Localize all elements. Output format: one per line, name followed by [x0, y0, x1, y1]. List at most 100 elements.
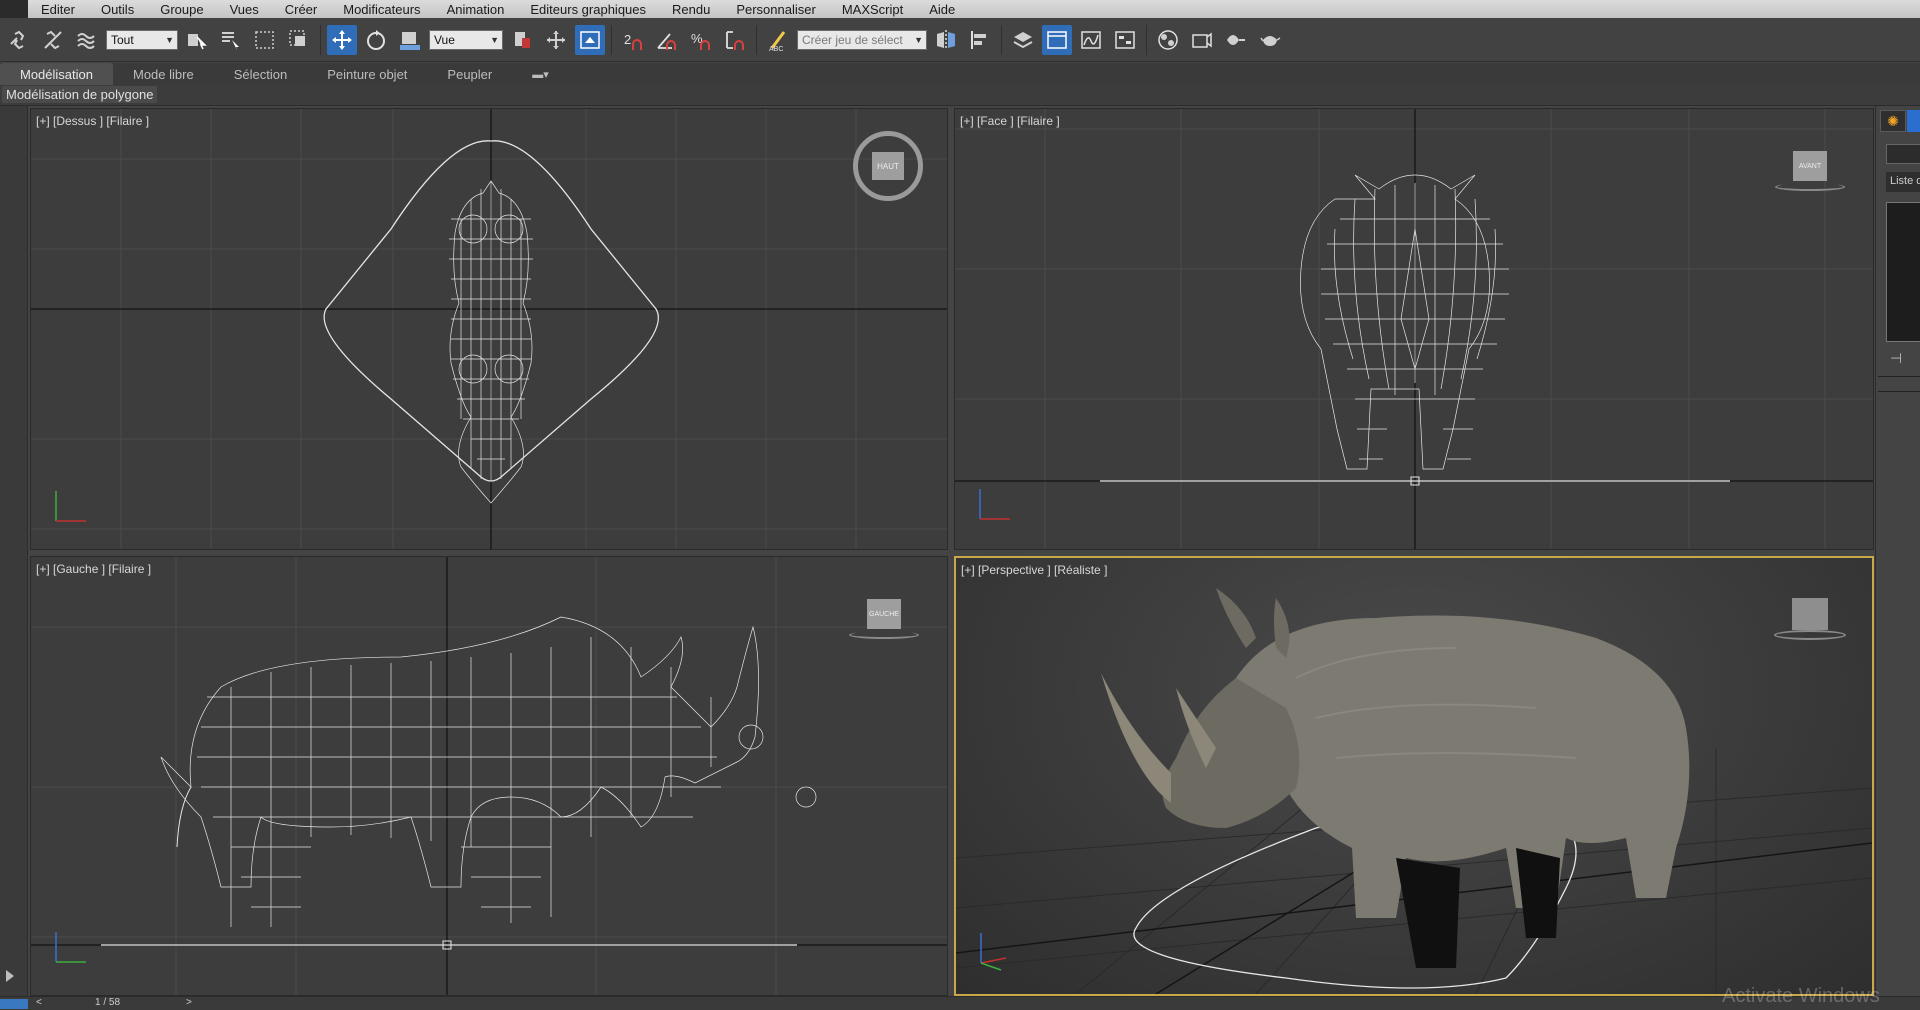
render-teapot-icon[interactable] — [1255, 25, 1285, 55]
viewcube[interactable]: AVANT — [1793, 151, 1827, 181]
move-icon[interactable] — [327, 24, 357, 55]
menu-editeurs-graphiques[interactable]: Editeurs graphiques — [517, 2, 659, 17]
tab-modelisation[interactable]: Modélisation — [0, 63, 113, 85]
toolbar-separator — [756, 24, 757, 55]
manipulate-icon[interactable] — [541, 25, 571, 55]
rhino-model — [1101, 588, 1690, 968]
named-selection-dropdown[interactable]: Créer jeu de sélect ▼ — [797, 29, 927, 50]
ribbon-options-icon: ▬▾ — [532, 68, 549, 81]
viewport-front[interactable]: [+] [Face ] [Filaire ] AVANT — [954, 108, 1874, 550]
timeline-bar: < 1 / 58 > Activate Windows — [0, 985, 1920, 1010]
menu-modificateurs[interactable]: Modificateurs — [330, 2, 433, 17]
link-icon[interactable] — [4, 25, 34, 55]
tab-peinture-objet[interactable]: Peinture objet — [307, 63, 427, 85]
material-editor-icon[interactable] — [1153, 25, 1183, 55]
viewport-left[interactable]: [+] [Gauche ] [Filaire ] GAUCHE — [30, 556, 948, 996]
viewcube-ring[interactable] — [1774, 630, 1846, 640]
schematic-view-icon[interactable] — [1110, 25, 1140, 55]
viewport-front-label[interactable]: [+] [Face ] [Filaire ] — [960, 114, 1060, 128]
menu-rendu[interactable]: Rendu — [659, 2, 723, 17]
axis-tripod — [979, 489, 1010, 520]
curve-editor-icon[interactable] — [1076, 25, 1106, 55]
toolbar-separator — [1146, 24, 1147, 55]
align-icon[interactable] — [965, 25, 995, 55]
pivot-icon[interactable] — [507, 25, 537, 55]
viewport-left-label[interactable]: [+] [Gauche ] [Filaire ] — [36, 562, 151, 576]
viewcube-ring[interactable] — [1775, 183, 1845, 191]
viewport-perspective-label[interactable]: [+] [Perspective ] [Réaliste ] — [961, 563, 1107, 577]
viewport-top[interactable]: [+] [Dessus ] [Filaire ] HAUT — [30, 108, 948, 550]
snap-2d-icon[interactable]: 2 — [618, 25, 648, 55]
menu-editer[interactable]: Editer — [28, 2, 88, 17]
timeline-marker — [0, 999, 28, 1009]
divider — [1878, 391, 1920, 392]
percent-snap-icon[interactable]: % — [686, 25, 716, 55]
toolbar-separator — [611, 24, 612, 55]
bind-spacewarp-icon[interactable] — [72, 25, 102, 55]
spinner-snap-icon[interactable] — [720, 25, 750, 55]
menu-personnaliser[interactable]: Personnaliser — [723, 2, 829, 17]
viewcube[interactable]: GAUCHE — [867, 599, 901, 629]
menu-creer[interactable]: Créer — [272, 2, 331, 17]
select-object-icon[interactable] — [182, 25, 212, 55]
command-panel-tab[interactable] — [1907, 110, 1920, 132]
timeline-next-button[interactable]: > — [186, 997, 192, 1008]
divider — [1878, 376, 1920, 377]
mirror-icon[interactable] — [931, 25, 961, 55]
rhino-wireframe-top — [449, 180, 533, 504]
expand-arrow-icon[interactable] — [6, 970, 14, 982]
app-menu-button[interactable] — [0, 0, 28, 18]
left-tool-strip — [0, 106, 28, 996]
sun-icon[interactable]: ✺ — [1880, 110, 1906, 132]
viewport-perspective-scene — [956, 588, 1872, 994]
frame-counter[interactable]: 1 / 58 — [95, 997, 120, 1008]
rhino-wireframe-side — [160, 616, 817, 927]
angle-snap-icon[interactable] — [652, 25, 682, 55]
viewport-perspective[interactable]: [+] [Perspective ] [Réaliste ] — [954, 556, 1874, 996]
menu-outils[interactable]: Outils — [88, 2, 147, 17]
ribbon-options-button[interactable]: ▬▾ — [512, 63, 569, 85]
svg-text:2: 2 — [624, 32, 631, 47]
viewcube-face: GAUCHE — [869, 610, 899, 618]
viewcube-ring[interactable] — [849, 631, 919, 639]
tab-selection[interactable]: Sélection — [214, 63, 307, 85]
viewcube[interactable] — [1792, 598, 1828, 630]
selection-filter-dropdown[interactable]: Tout ▼ — [106, 29, 178, 50]
main-toolbar: Tout ▼ Vue ▼ 2 % ABC Créer jeu de sélect ▼ — [0, 18, 1920, 62]
command-panel: ✺ Liste d ⊣ — [1875, 106, 1920, 996]
rotate-icon[interactable] — [361, 25, 391, 55]
rhino-wireframe-front — [1300, 174, 1509, 470]
render-setup-icon[interactable] — [1187, 25, 1217, 55]
menu-groupe[interactable]: Groupe — [147, 2, 216, 17]
ribbon-panel: Modélisation de polygone — [0, 85, 1920, 106]
activation-watermark: Activate Windows — [1722, 985, 1880, 1007]
viewcube-face: AVANT — [1798, 162, 1822, 170]
viewcube[interactable]: HAUT — [853, 131, 923, 201]
scene-explorer-icon[interactable] — [1042, 24, 1072, 55]
scale-icon[interactable] — [395, 25, 425, 55]
name-field[interactable] — [1886, 144, 1920, 164]
object-list[interactable] — [1886, 202, 1920, 342]
viewcube-face: HAUT — [872, 152, 904, 180]
tab-mode-libre[interactable]: Mode libre — [113, 63, 214, 85]
pin-stack-icon[interactable]: ⊣ — [1890, 350, 1902, 367]
menu-animation[interactable]: Animation — [434, 2, 518, 17]
menu-aide[interactable]: Aide — [916, 2, 968, 17]
unlink-icon[interactable] — [38, 25, 68, 55]
rendered-frame-icon[interactable] — [1221, 25, 1251, 55]
svg-text:ABC: ABC — [769, 46, 783, 52]
menu-maxscript[interactable]: MAXScript — [829, 2, 916, 17]
layer-manager-icon[interactable] — [1008, 25, 1038, 55]
keyboard-shortcut-icon[interactable] — [575, 24, 605, 55]
rectangle-region-icon[interactable] — [250, 25, 280, 55]
ribbon-panel-label[interactable]: Modélisation de polygone — [2, 86, 158, 103]
select-by-name-icon[interactable] — [216, 25, 246, 55]
reference-coordinate-dropdown[interactable]: Vue ▼ — [429, 29, 503, 50]
axis-tripod — [55, 491, 86, 522]
window-crossing-icon[interactable] — [284, 25, 314, 55]
viewport-top-label[interactable]: [+] [Dessus ] [Filaire ] — [36, 114, 149, 128]
menu-vues[interactable]: Vues — [217, 2, 272, 17]
tab-peupler[interactable]: Peupler — [427, 63, 512, 85]
edit-named-selection-icon[interactable]: ABC — [763, 25, 793, 55]
timeline-prev-button[interactable]: < — [36, 997, 42, 1008]
